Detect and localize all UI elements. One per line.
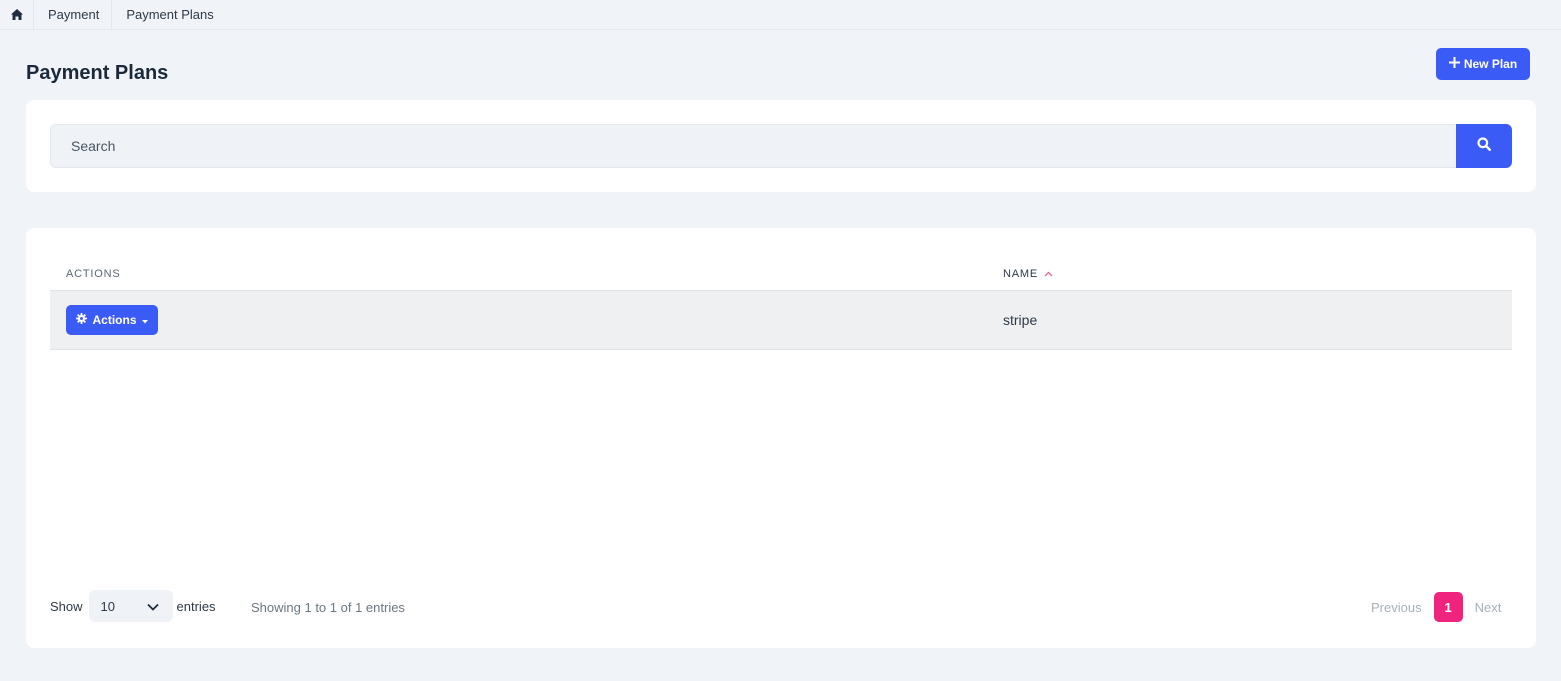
breadcrumb-item-payment[interactable]: Payment [34, 0, 113, 30]
home-icon[interactable] [0, 0, 34, 30]
pagination-page-1[interactable]: 1 [1433, 592, 1463, 622]
column-header-name-label: NAME [1003, 268, 1038, 280]
breadcrumb: Payment Payment Plans [0, 0, 1561, 30]
column-header-actions: ACTIONS [66, 268, 121, 280]
show-label: Show [50, 598, 83, 614]
table-info: Showing 1 to 1 of 1 entries [251, 600, 405, 615]
page-title: Payment Plans [26, 62, 169, 84]
gear-icon [76, 313, 88, 327]
column-header-name[interactable]: NAME [1003, 268, 1053, 280]
sort-ascending-icon [1044, 268, 1053, 280]
new-plan-button[interactable]: New Plan [1436, 48, 1530, 80]
search-icon [1477, 136, 1492, 156]
page-length-control: Show 10 entries [50, 590, 216, 622]
pagination: Previous 1 Next [1371, 592, 1501, 622]
search-card [26, 100, 1536, 192]
plans-table-card: ACTIONS NAME Actions stripe Show 10 entr… [26, 228, 1536, 648]
new-plan-label: New Plan [1463, 57, 1518, 71]
search-input[interactable] [50, 124, 1457, 168]
entries-select-value: 10 [100, 598, 115, 614]
entries-select[interactable]: 10 [88, 590, 173, 622]
breadcrumb-item-payment-plans: Payment Plans [126, 7, 214, 22]
pagination-previous[interactable]: Previous [1371, 600, 1422, 615]
table-row: Actions stripe [50, 290, 1512, 350]
plus-icon [1448, 57, 1460, 71]
caret-down-icon [141, 313, 148, 327]
actions-dropdown-button[interactable]: Actions [66, 305, 158, 335]
chevron-down-icon [146, 599, 159, 614]
entries-label: entries [176, 598, 216, 614]
cell-plan-name: stripe [1003, 312, 1038, 328]
actions-label: Actions [92, 313, 137, 327]
pagination-next[interactable]: Next [1475, 600, 1502, 615]
search-button[interactable] [1456, 124, 1512, 168]
